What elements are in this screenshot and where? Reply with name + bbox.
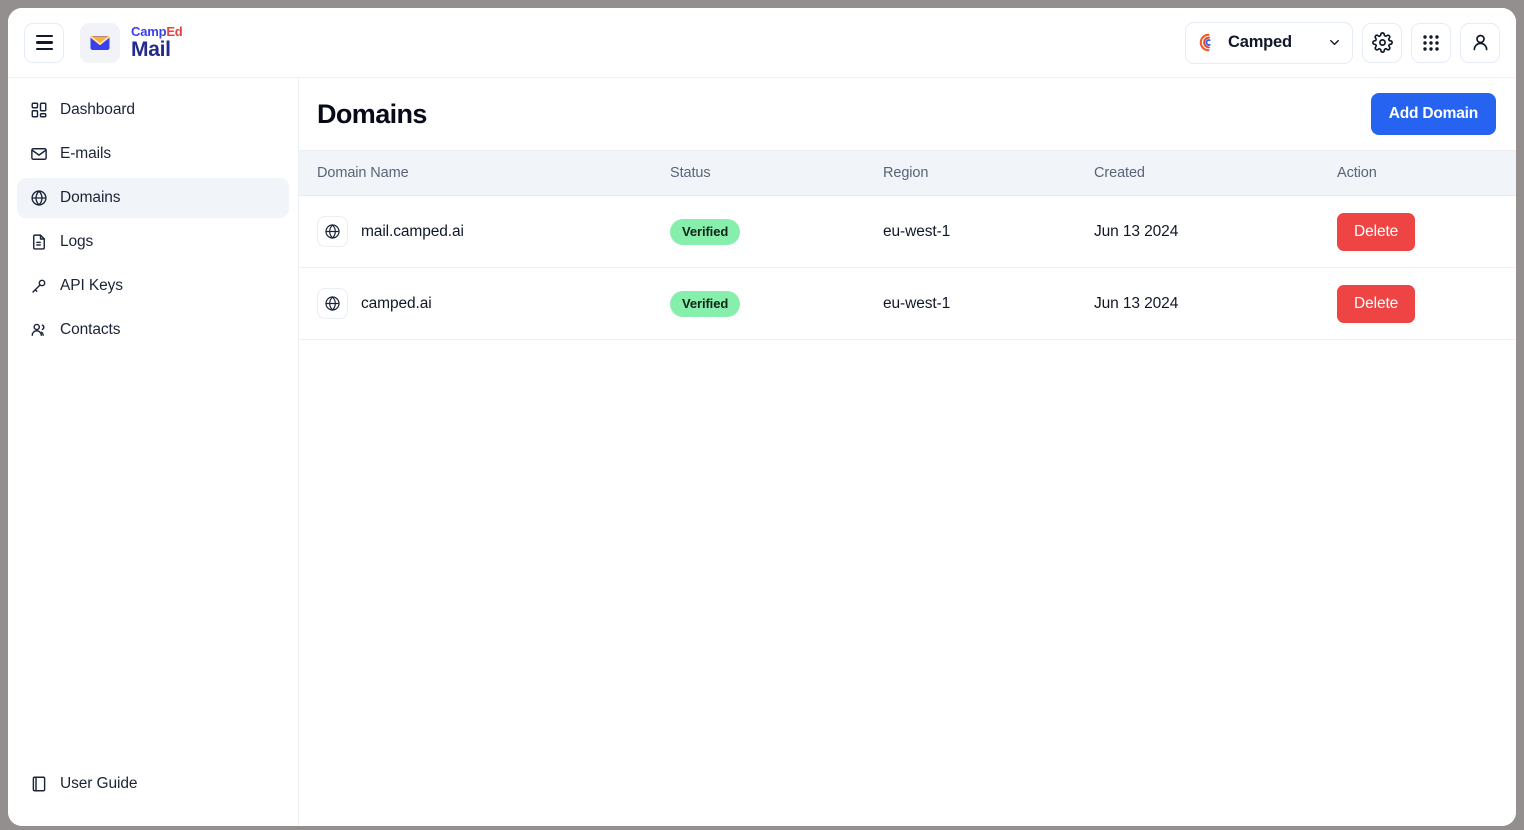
column-header-region: Region [883, 165, 929, 181]
page-header: Domains Add Domain [299, 78, 1516, 150]
body: Dashboard E-mails Domains Logs API Keys … [8, 78, 1516, 826]
camped-logo-icon [1199, 33, 1211, 52]
cell-action: Delete [1337, 284, 1516, 323]
sidebar-item-label: Domains [60, 189, 121, 206]
table-row: mail.camped.ai Verified eu-west-1 Jun 13… [299, 196, 1516, 268]
cell-created: Jun 13 2024 [1094, 294, 1179, 312]
document-icon [29, 233, 48, 252]
add-domain-button[interactable]: Add Domain [1370, 93, 1496, 135]
hamburger-icon-line [35, 47, 53, 51]
sidebar-item-domains[interactable]: Domains [17, 178, 289, 218]
column-header-action: Action [1337, 165, 1377, 181]
delete-button[interactable]: Delete [1337, 284, 1416, 323]
table-row: camped.ai Verified eu-west-1 Jun 13 2024… [299, 268, 1516, 340]
globe-icon [29, 189, 48, 208]
cell-status: Verified [670, 290, 883, 317]
book-icon [29, 775, 48, 794]
sidebar-item-label: Contacts [60, 321, 121, 338]
main-content: Domains Add Domain Domain Name Status Re… [299, 78, 1516, 826]
sidebar: Dashboard E-mails Domains Logs API Keys … [8, 78, 299, 826]
sidebar-item-user-guide[interactable]: User Guide [17, 764, 289, 804]
sidebar-item-logs[interactable]: Logs [17, 222, 289, 262]
globe-icon [317, 216, 348, 247]
user-avatar-icon [1473, 34, 1487, 51]
hamburger-icon-line [35, 41, 53, 44]
sidebar-item-dashboard[interactable]: Dashboard [17, 90, 289, 130]
globe-icon [317, 288, 348, 319]
sidebar-item-contacts[interactable]: Contacts [17, 310, 289, 350]
dashboard-icon [29, 101, 48, 120]
sidebar-item-label: API Keys [60, 277, 123, 294]
sidebar-item-label: User Guide [60, 775, 138, 792]
chevron-down-icon [1319, 35, 1342, 50]
cell-domain-name: camped.ai [317, 288, 670, 319]
sidebar-item-label: Dashboard [60, 101, 135, 118]
cell-action: Delete [1337, 212, 1516, 251]
organization-selector[interactable]: Camped [1185, 21, 1353, 64]
domain-name-text: mail.camped.ai [361, 222, 464, 240]
sidebar-item-api-keys[interactable]: API Keys [17, 266, 289, 306]
apps-button[interactable] [1411, 22, 1451, 63]
envelope-icon [90, 35, 110, 50]
app-window: CampEd Mail Camped Dashboard E-mails Dom… [8, 8, 1516, 826]
brand-line-2: Mail [131, 38, 171, 61]
cell-domain-name: mail.camped.ai [317, 216, 670, 247]
brand-ed-text: Ed [166, 24, 183, 39]
top-bar: CampEd Mail Camped [8, 8, 1516, 78]
top-bar-right-controls: Camped [1185, 21, 1500, 64]
grid-apps-icon [1423, 34, 1439, 51]
cell-region: eu-west-1 [883, 294, 951, 312]
cell-status: Verified [670, 218, 883, 245]
cell-region: eu-west-1 [883, 222, 951, 240]
menu-toggle-button[interactable] [24, 22, 64, 63]
key-icon [29, 277, 48, 296]
sidebar-item-label: Logs [60, 233, 94, 250]
sidebar-item-emails[interactable]: E-mails [17, 134, 289, 174]
hamburger-icon-line [35, 34, 53, 38]
domain-name-text: camped.ai [361, 294, 432, 312]
sidebar-item-label: E-mails [60, 145, 111, 162]
cell-created: Jun 13 2024 [1094, 222, 1179, 240]
mail-icon [29, 145, 48, 164]
page-title: Domains [317, 98, 427, 129]
domains-table: Domain Name Status Region Created Action… [299, 150, 1516, 340]
column-header-status: Status [670, 165, 711, 181]
sidebar-bottom: User Guide [17, 764, 289, 826]
status-badge: Verified [670, 290, 741, 317]
account-button[interactable] [1460, 22, 1500, 63]
gear-icon [1371, 32, 1393, 53]
table-header-row: Domain Name Status Region Created Action [299, 150, 1516, 196]
settings-button[interactable] [1362, 22, 1402, 63]
column-header-domain-name: Domain Name [317, 165, 409, 181]
users-icon [29, 321, 48, 340]
brand-logo [80, 22, 120, 63]
brand-text: CampEd Mail [131, 25, 183, 60]
delete-button[interactable]: Delete [1337, 212, 1416, 251]
status-badge: Verified [670, 218, 741, 245]
brand-camp-text: Camp [131, 24, 167, 39]
organization-name: Camped [1228, 33, 1292, 51]
brand[interactable]: CampEd Mail [80, 22, 183, 63]
brand-line-1: CampEd [131, 25, 183, 38]
column-header-created: Created [1094, 165, 1145, 181]
table-empty-area [299, 340, 1516, 826]
